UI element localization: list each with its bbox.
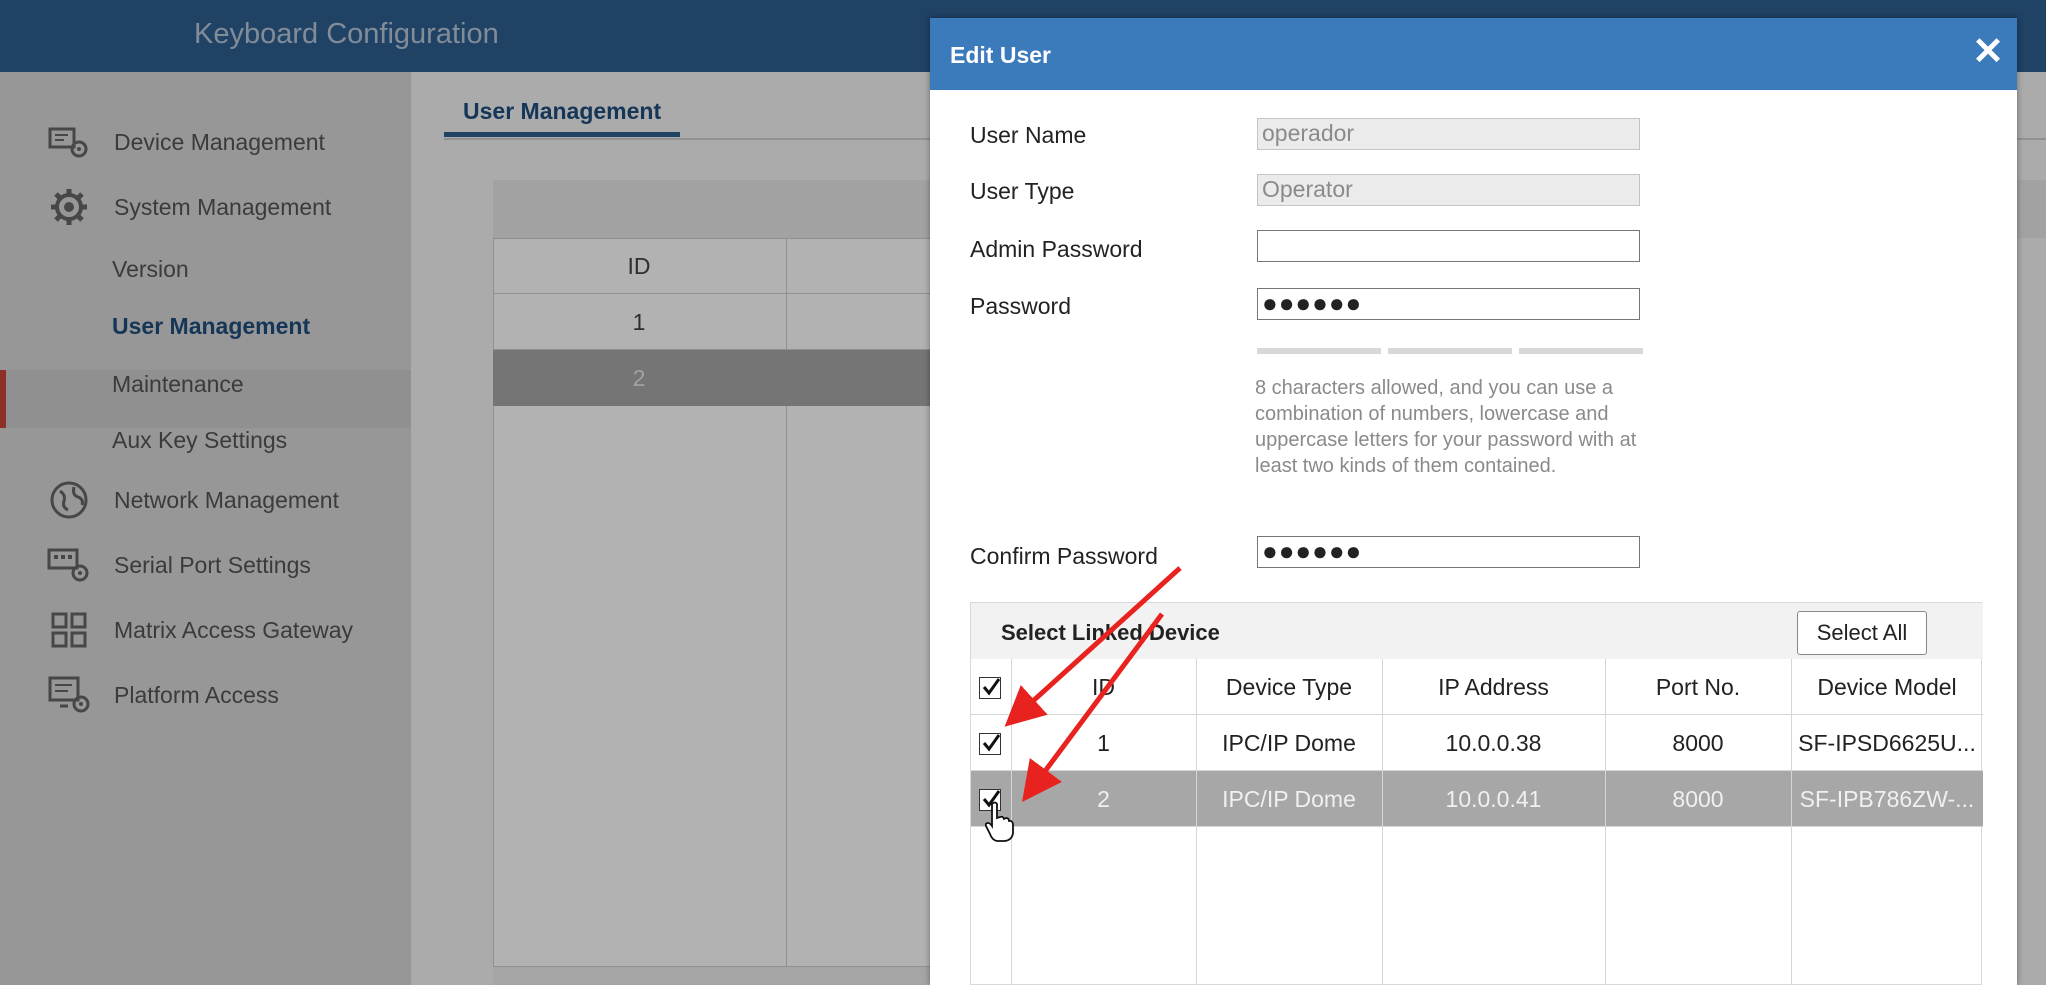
user-name-field: operador (1257, 118, 1640, 150)
device-ip-address: 10.0.0.38 (1445, 730, 1542, 756)
table-row[interactable]: 1 IPC/IP Dome 10.0.0.38 8000 SF-IPSD6625… (971, 715, 1983, 771)
admin-password-field[interactable] (1257, 230, 1640, 262)
device-type: IPC/IP Dome (1222, 730, 1356, 756)
column-header-port-no: Port No. (1655, 674, 1741, 700)
edit-user-dialog: Edit User ✕ User Name operador User Type… (930, 18, 2017, 985)
column-divider (1382, 659, 1383, 985)
user-type-field: Operator (1257, 174, 1640, 206)
confirm-password-field[interactable]: ●●●●●● (1257, 536, 1640, 568)
device-model: SF-IPSD6625U... (1798, 730, 1976, 756)
dialog-title: Edit User (950, 42, 1051, 68)
column-header-device-model: Device Model (1817, 674, 1957, 700)
password-label: Password (970, 293, 1071, 319)
select-all-button[interactable]: Select All (1797, 611, 1927, 655)
device-model: SF-IPB786ZW-... (1799, 786, 1975, 812)
device-port: 8000 (1672, 730, 1724, 756)
linked-device-table-header: ID Device Type IP Address Port No. Devic… (971, 659, 1983, 715)
hand-cursor-icon (984, 801, 1014, 842)
user-name-label: User Name (970, 122, 1087, 148)
password-strength-bar-strong (1519, 348, 1643, 354)
device-checkbox[interactable] (979, 733, 1001, 755)
column-divider (1791, 659, 1792, 985)
dialog-header: Edit User ✕ (930, 18, 2017, 90)
password-field[interactable]: ●●●●●● (1257, 288, 1640, 320)
password-strength-bar-medium (1388, 348, 1512, 354)
select-all-checkbox[interactable] (979, 677, 1001, 699)
device-id: 2 (1097, 786, 1110, 812)
table-row[interactable]: 2 IPC/IP Dome 10.0.0.41 8000 SF-IPB786ZW… (971, 771, 1983, 827)
column-header-device-type: Device Type (1225, 674, 1353, 700)
column-header-id: ID (1092, 674, 1115, 700)
linked-device-header: Select Linked Device Select All (971, 603, 1983, 659)
linked-device-table: ID Device Type IP Address Port No. Devic… (971, 659, 1983, 985)
device-id: 1 (1097, 730, 1110, 756)
confirm-password-label: Confirm Password (970, 543, 1158, 569)
device-port: 8000 (1672, 786, 1724, 812)
column-header-ip-address: IP Address (1438, 674, 1549, 700)
device-type: IPC/IP Dome (1222, 786, 1356, 812)
close-icon[interactable]: ✕ (1970, 33, 2006, 71)
user-type-label: User Type (970, 178, 1075, 204)
linked-device-panel: Select Linked Device Select All ID Devic… (970, 602, 1983, 985)
device-ip-address: 10.0.0.41 (1445, 786, 1542, 812)
linked-device-title: Select Linked Device (1001, 620, 1220, 645)
column-divider (1196, 659, 1197, 985)
column-divider (1605, 659, 1606, 985)
password-hint: 8 characters allowed, and you can use a … (1255, 377, 1637, 477)
password-strength-bar-weak (1257, 348, 1381, 354)
admin-password-label: Admin Password (970, 236, 1143, 262)
